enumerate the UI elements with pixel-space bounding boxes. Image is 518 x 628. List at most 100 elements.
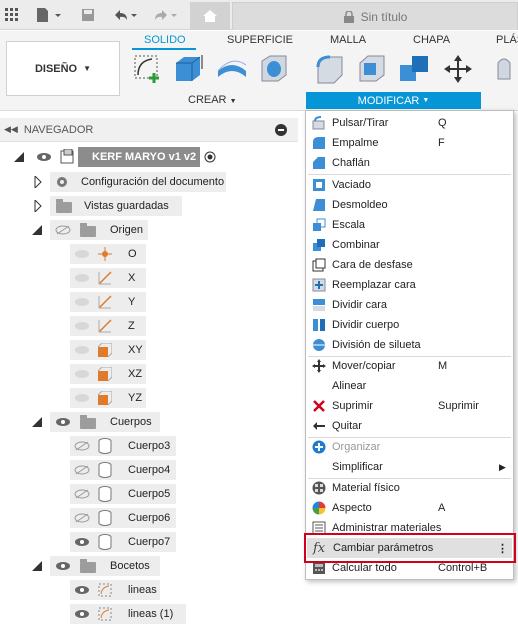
eye-hidden-icon[interactable] (74, 489, 90, 499)
menu-item-silhouette-split[interactable]: División de silueta (306, 335, 513, 355)
create-group-label[interactable]: CREAR ▼ (188, 94, 237, 106)
menu-item-scale[interactable]: Escala (306, 215, 513, 235)
file-menu-icon[interactable] (34, 6, 64, 24)
eye-icon[interactable] (55, 417, 71, 427)
menu-item-appearance[interactable]: Aspecto A (306, 498, 513, 518)
eye-hidden-icon[interactable] (55, 225, 71, 235)
app-grid-icon[interactable] (4, 6, 20, 24)
tree-row-body[interactable]: Cuerpo3 (0, 435, 300, 457)
tab-solido[interactable]: SOLIDO (144, 34, 186, 46)
tree-row-sketch[interactable]: lineas (0, 579, 300, 601)
tree-row-axis-x[interactable]: X (0, 267, 300, 289)
tree-row-origin[interactable]: Origen (0, 219, 300, 241)
menu-item-fillet[interactable]: Empalme F (306, 133, 513, 153)
menu-item-align[interactable]: Alinear (306, 376, 513, 396)
menu-item-simplify[interactable]: Simplificar ▶ (306, 457, 513, 477)
eye-icon[interactable] (74, 273, 90, 283)
scale-icon (313, 218, 326, 231)
eye-icon[interactable] (74, 321, 90, 331)
active-radio-icon[interactable] (204, 151, 216, 163)
tab-chapa[interactable]: CHAPA (413, 34, 450, 46)
workspace-selector[interactable]: DISEÑO ▼ (6, 41, 120, 96)
tree-row-plane-xy[interactable]: XY (0, 339, 300, 361)
save-icon[interactable] (80, 6, 96, 24)
hole-icon[interactable] (258, 53, 290, 85)
eye-icon[interactable] (74, 345, 90, 355)
eye-hidden-icon[interactable] (74, 513, 90, 523)
tree-row-sketches[interactable]: Bocetos (0, 555, 300, 577)
tree-row-origin-point[interactable]: O (0, 243, 300, 265)
menu-item-chamfer[interactable]: Chaflán (306, 153, 513, 173)
eye-icon[interactable] (74, 249, 90, 259)
expand-triangle-icon[interactable] (32, 561, 42, 571)
revolve-icon[interactable] (216, 53, 248, 85)
tree-row-body[interactable]: Cuerpo5 (0, 483, 300, 505)
tree-row-sketch[interactable]: lineas (1) (0, 603, 300, 625)
modify-group-button[interactable]: MODIFICAR ▼ (306, 92, 481, 109)
eye-hidden-icon[interactable] (74, 465, 90, 475)
menu-item-split-body[interactable]: Dividir cuerpo (306, 315, 513, 335)
document-tab[interactable]: Sin título (232, 2, 518, 30)
tree-row-bodies[interactable]: Cuerpos (0, 411, 300, 433)
eye-icon[interactable] (74, 537, 90, 547)
tree-root-row[interactable]: KERF MARYO v1 v2 (0, 146, 300, 168)
assemble-icon[interactable] (494, 53, 518, 85)
collapse-triangle-icon[interactable] (34, 176, 42, 188)
tree-label: Vistas guardadas (84, 200, 169, 212)
home-tab[interactable] (190, 2, 230, 30)
menu-item-delete[interactable]: Suprimir Suprimir (306, 396, 513, 416)
menu-item-press-pull[interactable]: Pulsar/Tirar Q (306, 113, 513, 133)
create-sketch-icon[interactable] (132, 53, 164, 85)
tab-superficie[interactable]: SUPERFICIE (227, 34, 293, 46)
combine-icon[interactable] (398, 53, 430, 85)
component-icon (60, 149, 74, 164)
eye-icon[interactable] (74, 609, 90, 619)
tree-row-saved-views[interactable]: Vistas guardadas (0, 195, 300, 217)
eye-icon[interactable] (36, 152, 52, 162)
tab-plastico[interactable]: PLÁS (496, 34, 518, 46)
menu-item-organize[interactable]: Organizar (306, 437, 513, 457)
fillet-icon[interactable] (356, 53, 388, 85)
eye-icon[interactable] (74, 393, 90, 403)
tree-row-axis-y[interactable]: Y (0, 291, 300, 313)
origin-point-icon (98, 247, 112, 261)
eye-icon[interactable] (55, 561, 71, 571)
expand-triangle-icon[interactable] (14, 152, 24, 162)
tree-row-plane-yz[interactable]: YZ (0, 387, 300, 409)
minimize-icon[interactable] (275, 124, 287, 136)
expand-triangle-icon[interactable] (32, 225, 42, 235)
eye-icon[interactable] (74, 369, 90, 379)
menu-item-replace-face[interactable]: Reemplazar cara (306, 275, 513, 295)
expand-triangle-icon[interactable] (32, 417, 42, 427)
body-icon (98, 438, 112, 454)
move-icon[interactable] (442, 53, 474, 85)
tree-row-body[interactable]: Cuerpo6 (0, 507, 300, 529)
eye-icon[interactable] (74, 585, 90, 595)
menu-item-offset-face[interactable]: Cara de desfase (306, 255, 513, 275)
tab-malla[interactable]: MALLA (330, 34, 366, 46)
menu-item-remove[interactable]: Quitar (306, 416, 513, 436)
collapse-triangle-icon[interactable] (34, 200, 42, 212)
extrude-icon[interactable] (172, 53, 204, 85)
tree-row-axis-z[interactable]: Z (0, 315, 300, 337)
tree-row-body[interactable]: Cuerpo4 (0, 459, 300, 481)
press-pull-icon[interactable] (314, 53, 346, 85)
menu-item-shell[interactable]: Vaciado (306, 175, 513, 195)
menu-item-split-face[interactable]: Dividir cara (306, 295, 513, 315)
tree-row-plane-xz[interactable]: XZ (0, 363, 300, 385)
undo-icon[interactable] (110, 6, 140, 24)
redo-icon[interactable] (150, 6, 180, 24)
menu-item-physical-material[interactable]: Material físico (306, 478, 513, 498)
menu-item-draft[interactable]: Desmoldeo (306, 195, 513, 215)
menu-item-combine[interactable]: Combinar (306, 235, 513, 255)
collapse-arrows-icon[interactable]: ◀◀ (4, 124, 18, 135)
toolbar-ribbon: DISEÑO ▼ SOLIDO SUPERFICIE MALLA CHAPA P… (0, 31, 518, 111)
organize-icon (312, 440, 326, 454)
eye-icon[interactable] (74, 297, 90, 307)
menu-item-move-copy[interactable]: Mover/copiar M (306, 356, 513, 376)
eye-hidden-icon[interactable] (74, 441, 90, 451)
tree-row-doc-settings[interactable]: Configuración del documento (0, 171, 300, 193)
press-pull-icon (312, 116, 325, 130)
chevron-down-icon: ▼ (83, 64, 92, 73)
tree-row-body[interactable]: Cuerpo7 (0, 531, 300, 553)
